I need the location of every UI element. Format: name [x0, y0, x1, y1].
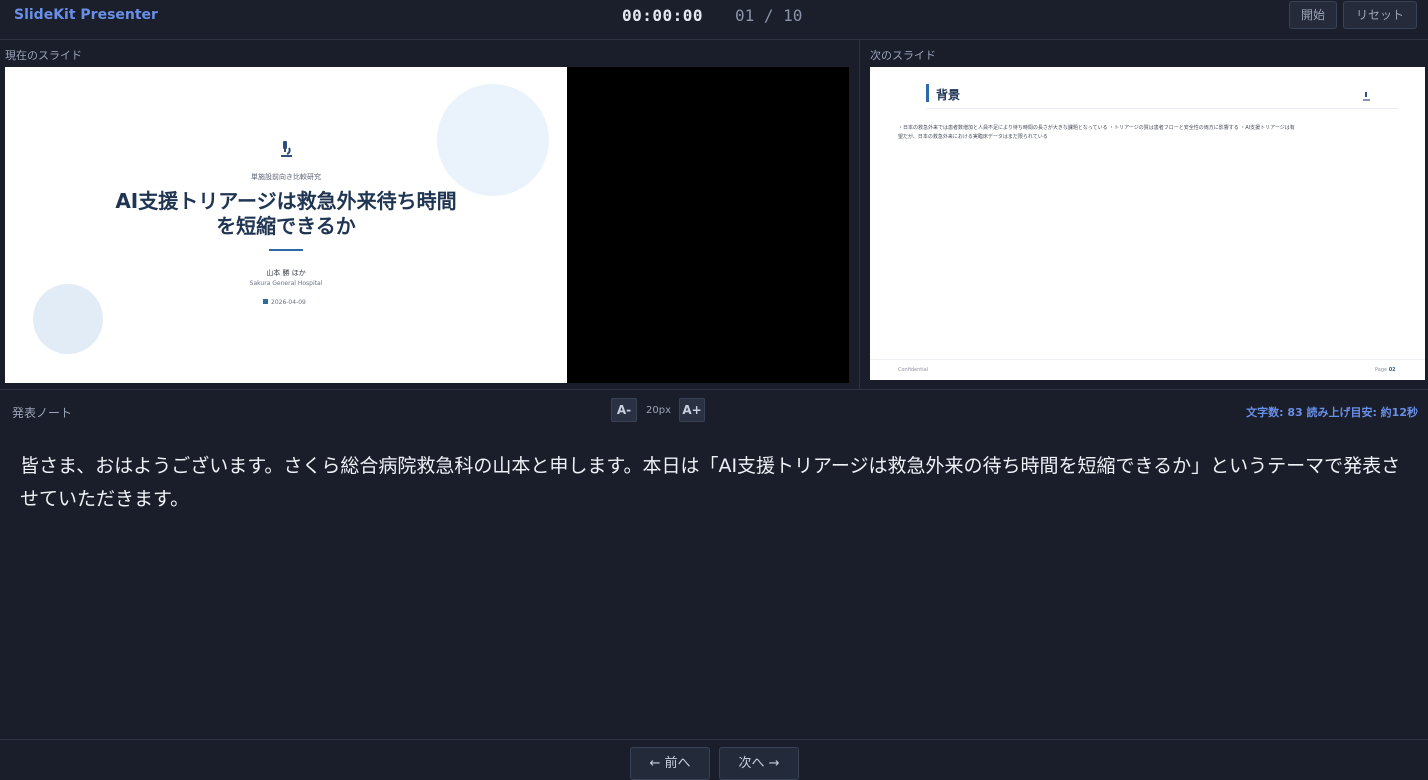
microscope-icon	[1363, 92, 1370, 101]
slide-counter: 01 / 10	[735, 6, 803, 25]
current-slide: 単施設前向き比較研究 AI支援トリアージは救急外来待ち時間を短縮できるか 山本 …	[5, 67, 567, 383]
font-size-value: 20px	[646, 405, 671, 416]
current-slide-frame: 単施設前向き比較研究 AI支援トリアージは救急外来待ち時間を短縮できるか 山本 …	[5, 67, 849, 383]
notes-toolbar: 発表ノート A- 20px A+ 文字数: 83 読み上げ目安: 約12秒	[0, 389, 1428, 429]
next-slide-title: 背景	[936, 88, 961, 102]
slide-organization: Sakura General Hospital	[249, 280, 323, 287]
panel-divider	[859, 40, 860, 389]
top-bar: SlideKit Presenter 00:00:00 01 / 10 開始 リ…	[0, 0, 1428, 40]
title-divider	[269, 249, 303, 251]
slide-author: 山本 勝 ほか	[266, 269, 306, 277]
title-accent-bar	[926, 84, 929, 102]
speaker-notes[interactable]: 皆さま、おはようございます。さくら総合病院救急科の山本と申します。本日は「AI支…	[20, 450, 1410, 516]
next-slide-body: ・日本の救急外来では患者数増加と人員不足により待ち時間の長さが大きな課題となって…	[898, 125, 1295, 140]
footer-page: Page 02	[1375, 367, 1396, 373]
bottom-nav-bar: ← 前へ 次へ →	[0, 739, 1428, 780]
decor-circle	[33, 284, 103, 354]
timer: 00:00:00	[622, 6, 704, 25]
slide-date: 2026-04-09	[263, 299, 306, 306]
start-button[interactable]: 開始	[1289, 1, 1337, 29]
page-number: 02	[1388, 367, 1396, 373]
footer-confidential: Confidential	[898, 367, 929, 373]
font-increase-button[interactable]: A+	[679, 398, 705, 422]
app-title: SlideKit Presenter	[14, 7, 158, 23]
calendar-icon	[263, 299, 268, 304]
font-decrease-button[interactable]: A-	[611, 398, 637, 422]
next-slide: 背景 ・日本の救急外来では患者数増加と人員不足により待ち時間の長さが大きな課題と…	[870, 67, 1425, 380]
prev-button[interactable]: ← 前へ	[630, 747, 710, 780]
notes-label: 発表ノート	[12, 406, 73, 420]
microscope-icon	[281, 141, 292, 157]
slide-subtitle: 単施設前向き比較研究	[251, 173, 321, 181]
next-slide-label: 次のスライド	[870, 49, 936, 62]
footer-line	[870, 359, 1425, 360]
next-button[interactable]: 次へ →	[719, 747, 799, 780]
title-underline	[926, 108, 1398, 109]
slide-date-text: 2026-04-09	[271, 299, 306, 306]
slide-title: AI支援トリアージは救急外来待ち時間を短縮できるか	[115, 189, 457, 238]
page-prefix: Page	[1375, 367, 1388, 373]
reset-button[interactable]: リセット	[1343, 1, 1417, 29]
notes-stats: 文字数: 83 読み上げ目安: 約12秒	[1246, 406, 1418, 419]
current-slide-label: 現在のスライド	[5, 49, 82, 62]
